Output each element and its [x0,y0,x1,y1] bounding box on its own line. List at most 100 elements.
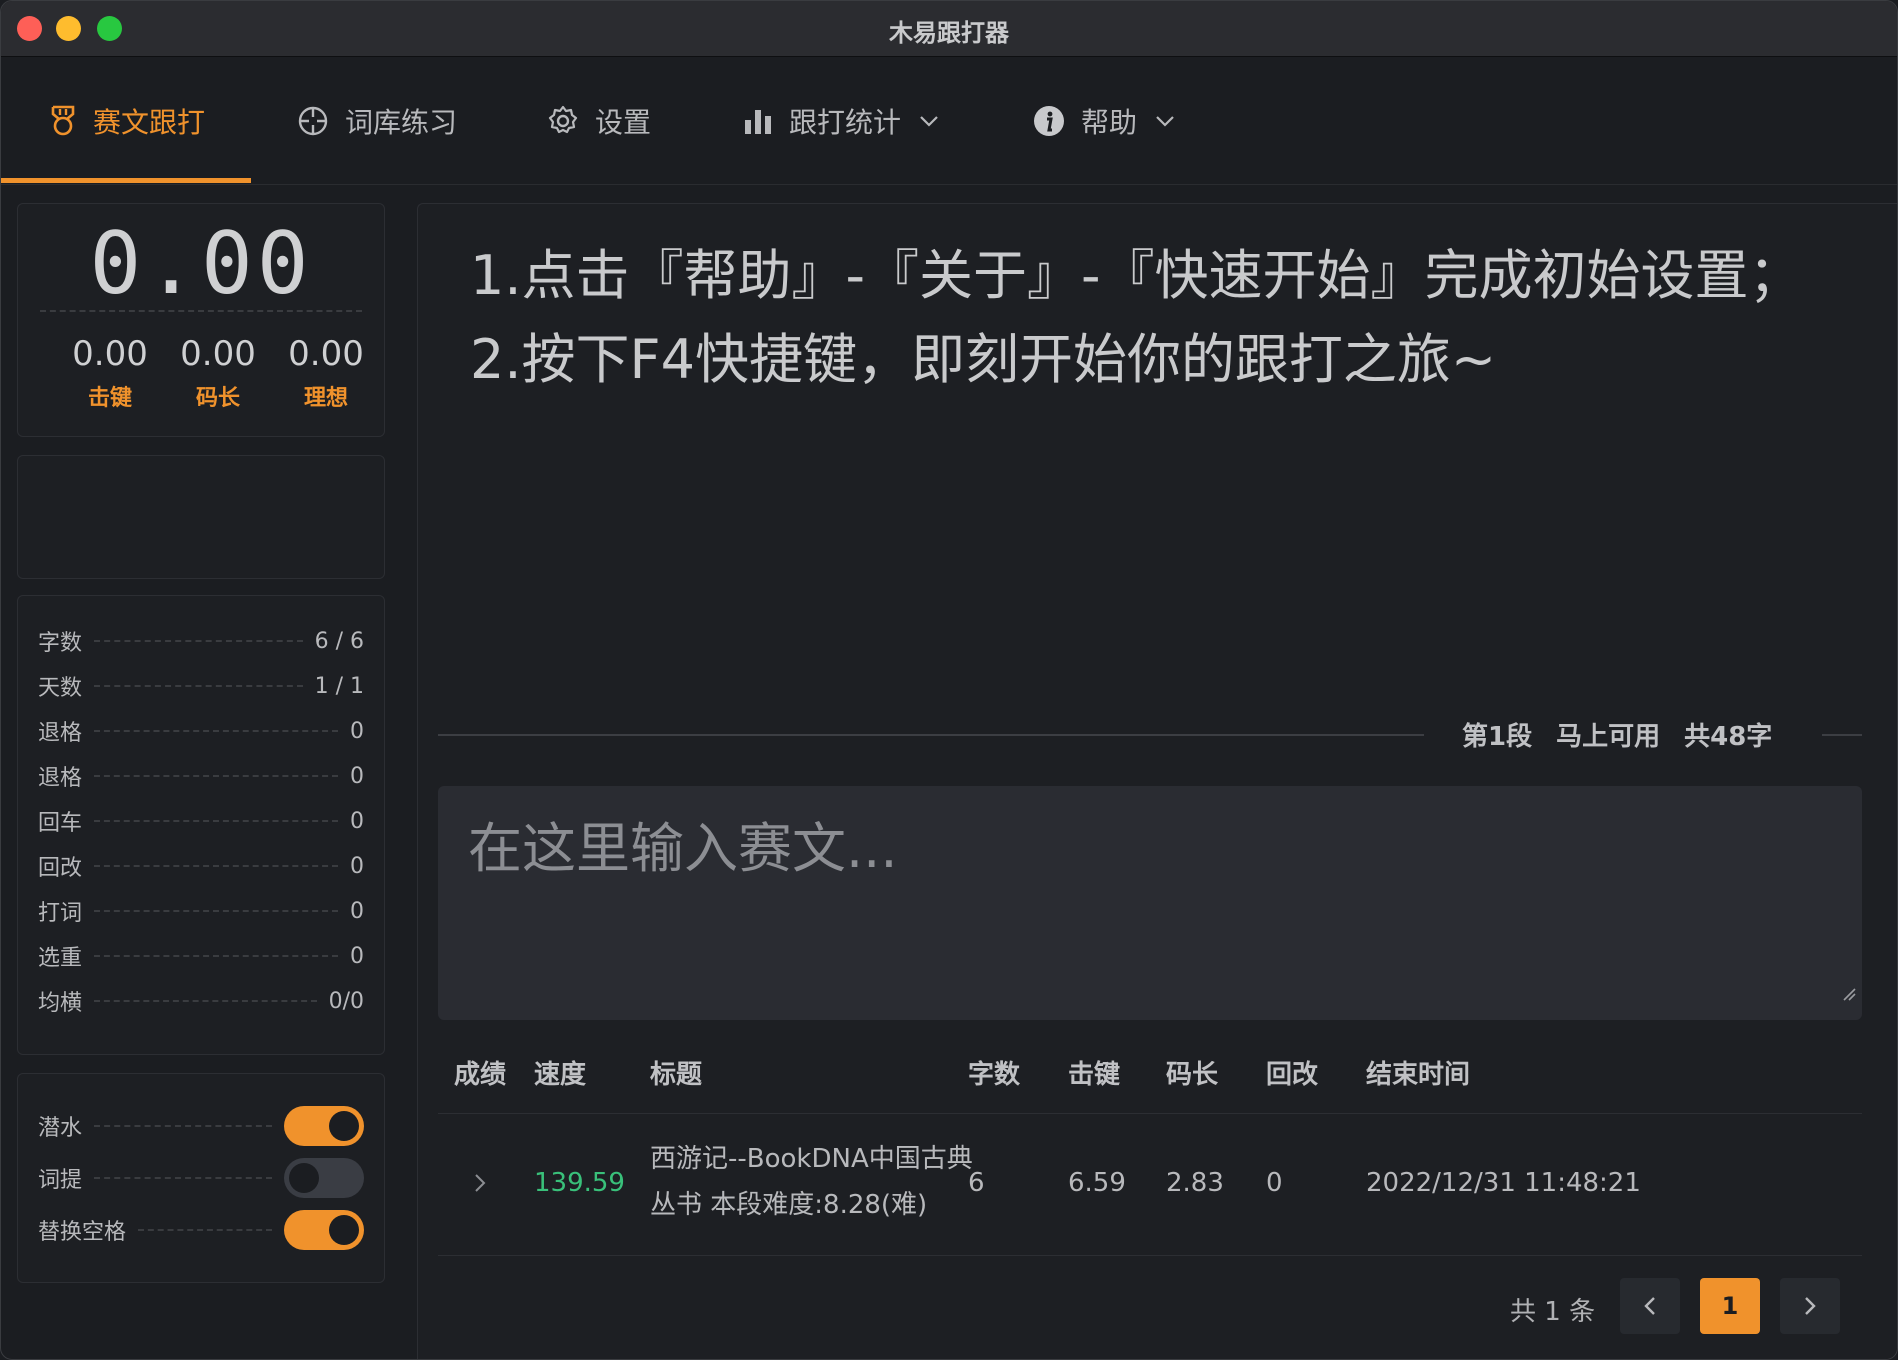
blank-panel [17,455,385,579]
title-bar: 木易跟打器 [1,1,1897,57]
dive-toggle[interactable] [284,1106,364,1146]
toggle-row-dive: 潜水 [38,1106,364,1146]
row-chars: 6 [968,1168,985,1198]
row-title-line: 丛书 本段难度:8.28(难) [650,1190,928,1220]
metric-keystroke: 0.00 击键 [56,334,164,412]
speed-display: 0.00 [89,214,313,314]
metric-label: 理想 [303,386,348,411]
prev-page-button[interactable] [1620,1278,1680,1334]
column-header: 码长 [1166,1060,1219,1090]
tab-vocab-practice[interactable]: 词库练习 [297,57,457,185]
stat-key: 选重 [38,946,83,971]
info-icon [1033,105,1065,137]
row-end-time: 2022/12/31 11:48:21 [1366,1168,1641,1198]
stat-row: 回改 0 [38,851,364,882]
metric-ideal: 0.00 理想 [272,334,380,412]
stat-key: 均横 [38,991,83,1016]
tab-label: 赛文跟打 [93,106,206,139]
toggle-label: 词提 [38,1168,83,1193]
speed-panel: 0.00 0.00 击键 0.00 码长 0.00 理想 [17,203,385,437]
row-title-line: 西游记--BookDNA中国古典 [650,1144,973,1174]
segment-status: 马上可用 [1556,722,1661,752]
next-page-button[interactable] [1780,1278,1840,1334]
tab-label: 设置 [595,106,652,139]
tab-typing-stats[interactable]: 跟打统计 [743,57,939,185]
tab-race-typing[interactable]: 赛文跟打 [49,57,205,185]
stat-row: 字数 6 / 6 [38,626,364,657]
stat-value: 1 / 1 [314,673,364,699]
tab-settings[interactable]: 设置 [547,57,651,185]
page-1-button[interactable]: 1 [1700,1278,1760,1334]
results-table-header: 成绩 速度 标题 字数 击键 码长 回改 结束时间 [438,1026,1862,1114]
tab-label: 跟打统计 [789,106,902,139]
metric-value: 0.00 [180,334,256,374]
metric-code-length: 0.00 码长 [164,334,272,412]
column-header: 击键 [1068,1060,1121,1090]
typing-input[interactable]: 在这里输入赛文... [438,786,1862,1020]
tab-label: 词库练习 [345,106,458,139]
toggles-panel: 潜水 词提 替换空格 [17,1073,385,1283]
chevron-right-icon [1805,1297,1816,1315]
row-corrections: 0 [1266,1168,1283,1198]
stat-value: 0 [350,853,364,879]
stat-value: 0 [350,718,364,744]
main-nav: 赛文跟打 词库练习 设置 跟打统计 帮助 [1,57,1897,185]
row-speed: 139.59 [534,1168,625,1198]
replace-space-toggle[interactable] [284,1210,364,1250]
column-header: 速度 [534,1060,587,1090]
bar-chart-icon [743,106,773,136]
segment-info: 第1段 马上可用 共48字 [1462,716,1772,753]
stat-row: 打词 0 [38,896,364,927]
stat-key: 字数 [38,631,83,656]
chevron-left-icon [1644,1297,1655,1315]
window-title: 木易跟打器 [889,19,1009,47]
metric-value: 0.00 [72,334,148,374]
medal-icon [49,105,77,137]
word-hint-toggle[interactable] [284,1158,364,1198]
divider [40,310,362,312]
segment-index: 第1段 [1462,722,1533,752]
metric-value: 0.00 [288,334,364,374]
segment-total: 共48字 [1684,722,1773,752]
stat-value: 0 [350,808,364,834]
stat-row: 退格 0 [38,761,364,792]
stat-key: 退格 [38,766,83,791]
row-keystroke: 6.59 [1068,1168,1126,1198]
stat-key: 打词 [38,901,83,926]
main-panel: 1.点击『帮助』-『关于』-『快速开始』完成初始设置；2.按下F4快捷键，即刻开… [417,203,1897,1359]
stats-panel: 字数 6 / 6 天数 1 / 1 退格 0 退格 0 回车 0 回改 0 打词… [17,595,385,1055]
expand-row-icon[interactable] [474,1170,486,1200]
resize-grip-icon[interactable] [1842,951,1856,1014]
stat-value: 0/0 [328,988,364,1014]
column-header: 成绩 [454,1060,507,1090]
metric-label: 击键 [87,386,132,411]
stat-row: 回车 0 [38,806,364,837]
stat-key: 天数 [38,676,83,701]
stat-key: 回车 [38,811,83,836]
gear-icon [547,105,579,137]
toggle-label: 替换空格 [38,1220,127,1245]
row-title: 西游记--BookDNA中国古典 丛书 本段难度:8.28(难) [650,1136,973,1228]
active-tab-indicator [1,178,251,183]
divider [1822,734,1862,736]
input-placeholder: 在这里输入赛文... [468,817,898,880]
column-header: 结束时间 [1366,1060,1471,1090]
tab-help[interactable]: 帮助 [1033,57,1175,185]
chevron-down-icon [1155,115,1175,127]
column-header: 回改 [1266,1060,1319,1090]
stat-key: 回改 [38,856,83,881]
toggle-label: 潜水 [38,1116,83,1141]
passage-text: 1.点击『帮助』-『关于』-『快速开始』完成初始设置；2.按下F4快捷键，即刻开… [470,244,1803,391]
toggle-row-word-hint: 词提 [38,1158,364,1198]
stat-value: 0 [350,898,364,924]
stat-value: 0 [350,943,364,969]
divider [438,734,1424,736]
metric-label: 码长 [195,386,240,411]
stat-row: 天数 1 / 1 [38,671,364,702]
table-row: 139.59 西游记--BookDNA中国古典 丛书 本段难度:8.28(难) … [438,1114,1862,1256]
stat-key: 退格 [38,721,83,746]
tab-label: 帮助 [1081,106,1138,139]
stat-row: 退格 0 [38,716,364,747]
chevron-down-icon [919,115,939,127]
row-code-length: 2.83 [1166,1168,1224,1198]
